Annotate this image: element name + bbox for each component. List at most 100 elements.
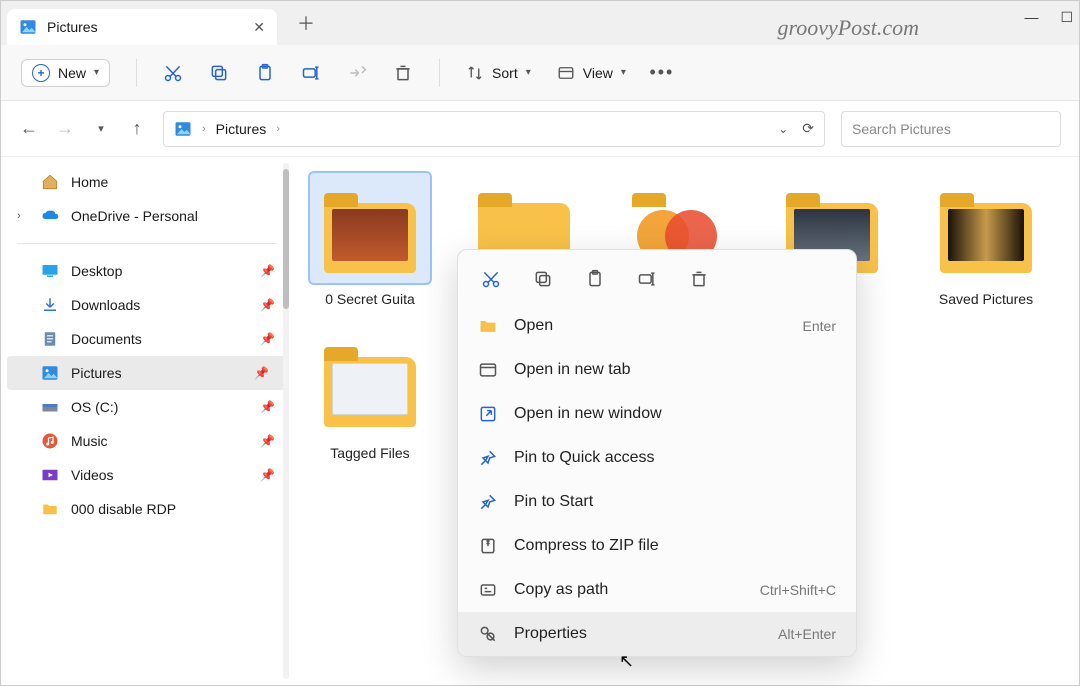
ctx-label: Compress to ZIP file: [514, 537, 659, 555]
copy-icon[interactable]: [209, 63, 229, 83]
cut-icon[interactable]: [163, 63, 183, 83]
search-box[interactable]: [841, 111, 1061, 147]
onedrive-icon: [41, 207, 59, 225]
delete-icon[interactable]: [393, 63, 413, 83]
close-tab-icon[interactable]: ✕: [253, 19, 265, 36]
sidebar-scrollbar[interactable]: [283, 163, 289, 679]
ctx-open-new-window[interactable]: Open in new window: [458, 392, 856, 436]
up-button[interactable]: ↑: [127, 118, 147, 139]
sort-icon: [466, 64, 484, 82]
ctx-compress-zip[interactable]: Compress to ZIP file: [458, 524, 856, 568]
folder-icon: [478, 316, 498, 336]
sidebar-item-os-c[interactable]: OS (C:) 📌: [1, 390, 293, 424]
more-icon[interactable]: •••: [652, 63, 672, 83]
folder-item[interactable]: Tagged Files: [305, 327, 435, 461]
maximize-button[interactable]: ☐: [1060, 9, 1073, 26]
chevron-down-icon[interactable]: ⌄: [778, 122, 788, 136]
item-label: 0 Secret Guita: [325, 291, 415, 307]
pin-icon[interactable]: 📌: [260, 298, 275, 312]
ctx-pin-start[interactable]: Pin to Start: [458, 480, 856, 524]
ctx-shortcut: Enter: [803, 318, 836, 334]
sidebar-item-home[interactable]: Home: [1, 165, 293, 199]
delete-icon[interactable]: [688, 268, 710, 290]
sidebar-item-pictures[interactable]: Pictures 📌: [7, 356, 287, 390]
search-input[interactable]: [852, 121, 1050, 137]
add-tab-button[interactable]: ＋: [297, 10, 315, 36]
rename-icon[interactable]: [636, 268, 658, 290]
tab-pictures[interactable]: Pictures ✕: [7, 9, 277, 45]
view-button[interactable]: View ▾: [557, 64, 626, 82]
ctx-shortcut: Alt+Enter: [778, 626, 836, 642]
forward-button[interactable]: →: [55, 118, 75, 139]
pin-icon[interactable]: 📌: [260, 434, 275, 448]
cut-icon[interactable]: [480, 268, 502, 290]
back-button[interactable]: ←: [19, 118, 39, 139]
ctx-label: Open in new tab: [514, 361, 631, 379]
minimize-button[interactable]: —: [1024, 9, 1038, 25]
separator: [439, 59, 440, 87]
ctx-label: Pin to Quick access: [514, 449, 655, 467]
sidebar-item-documents[interactable]: Documents 📌: [1, 322, 293, 356]
paste-icon[interactable]: [584, 268, 606, 290]
paste-icon[interactable]: [255, 63, 275, 83]
sidebar-item-folder[interactable]: 000 disable RDP: [1, 492, 293, 526]
sidebar-item-onedrive[interactable]: › OneDrive - Personal: [1, 199, 293, 233]
separator: [17, 243, 277, 244]
refresh-icon[interactable]: ⟳: [802, 120, 814, 137]
ctx-label: Open in new window: [514, 405, 662, 423]
watermark: groovyPost.com: [777, 15, 919, 41]
chevron-right-icon: ›: [202, 123, 206, 135]
tab-title: Pictures: [47, 19, 98, 35]
sidebar-item-videos[interactable]: Videos 📌: [1, 458, 293, 492]
folder-item[interactable]: 0 Secret Guita: [305, 173, 435, 307]
pictures-icon: [41, 364, 59, 382]
item-label: Tagged Files: [330, 445, 409, 461]
pin-icon[interactable]: 📌: [260, 468, 275, 482]
ctx-copy-path[interactable]: Copy as path Ctrl+Shift+C: [458, 568, 856, 612]
sidebar-label: OS (C:): [71, 399, 118, 415]
home-icon: [41, 173, 59, 191]
new-button[interactable]: + New ▾: [21, 59, 110, 87]
desktop-icon: [41, 262, 59, 280]
folder-item[interactable]: Saved Pictures: [921, 173, 1051, 307]
sidebar-label: Pictures: [71, 365, 122, 381]
pin-icon[interactable]: 📌: [254, 366, 269, 380]
sidebar: Home › OneDrive - Personal Desktop 📌 Dow…: [1, 157, 293, 685]
breadcrumb-segment[interactable]: Pictures: [216, 121, 267, 137]
chevron-right-icon: ›: [276, 123, 280, 135]
recent-locations-button[interactable]: ▾: [91, 122, 111, 135]
sidebar-label: OneDrive - Personal: [71, 208, 198, 224]
open-window-icon: [478, 404, 498, 424]
pin-icon[interactable]: 📌: [260, 400, 275, 414]
sort-label: Sort: [492, 65, 518, 81]
separator: [136, 59, 137, 87]
view-label: View: [583, 65, 613, 81]
chevron-down-icon: ▾: [621, 67, 626, 78]
share-icon[interactable]: [347, 63, 367, 83]
sidebar-item-desktop[interactable]: Desktop 📌: [1, 254, 293, 288]
ctx-open-new-tab[interactable]: Open in new tab: [458, 348, 856, 392]
title-bar: Pictures ✕ ＋ groovyPost.com — ☐: [1, 1, 1079, 45]
ctx-pin-quick-access[interactable]: Pin to Quick access: [458, 436, 856, 480]
sort-button[interactable]: Sort ▾: [466, 64, 531, 82]
pin-icon[interactable]: 📌: [260, 264, 275, 278]
open-tab-icon: [478, 360, 498, 380]
rename-icon[interactable]: [301, 63, 321, 83]
expand-icon[interactable]: ›: [17, 210, 29, 222]
ctx-open[interactable]: Open Enter: [458, 304, 856, 348]
sidebar-item-downloads[interactable]: Downloads 📌: [1, 288, 293, 322]
folder-icon: [41, 500, 59, 518]
item-label: Saved Pictures: [939, 291, 1033, 307]
scrollbar-thumb[interactable]: [283, 169, 289, 309]
view-icon: [557, 64, 575, 82]
sidebar-label: Home: [71, 174, 108, 190]
sidebar-item-music[interactable]: Music 📌: [1, 424, 293, 458]
breadcrumb[interactable]: › Pictures › ⌄ ⟳: [163, 111, 825, 147]
toolbar: + New ▾ Sort ▾ View ▾ •••: [1, 45, 1079, 101]
sidebar-label: Videos: [71, 467, 114, 483]
downloads-icon: [41, 296, 59, 314]
copy-icon[interactable]: [532, 268, 554, 290]
pin-icon[interactable]: 📌: [260, 332, 275, 346]
ctx-label: Copy as path: [514, 581, 608, 599]
ctx-properties[interactable]: Properties Alt+Enter: [458, 612, 856, 656]
